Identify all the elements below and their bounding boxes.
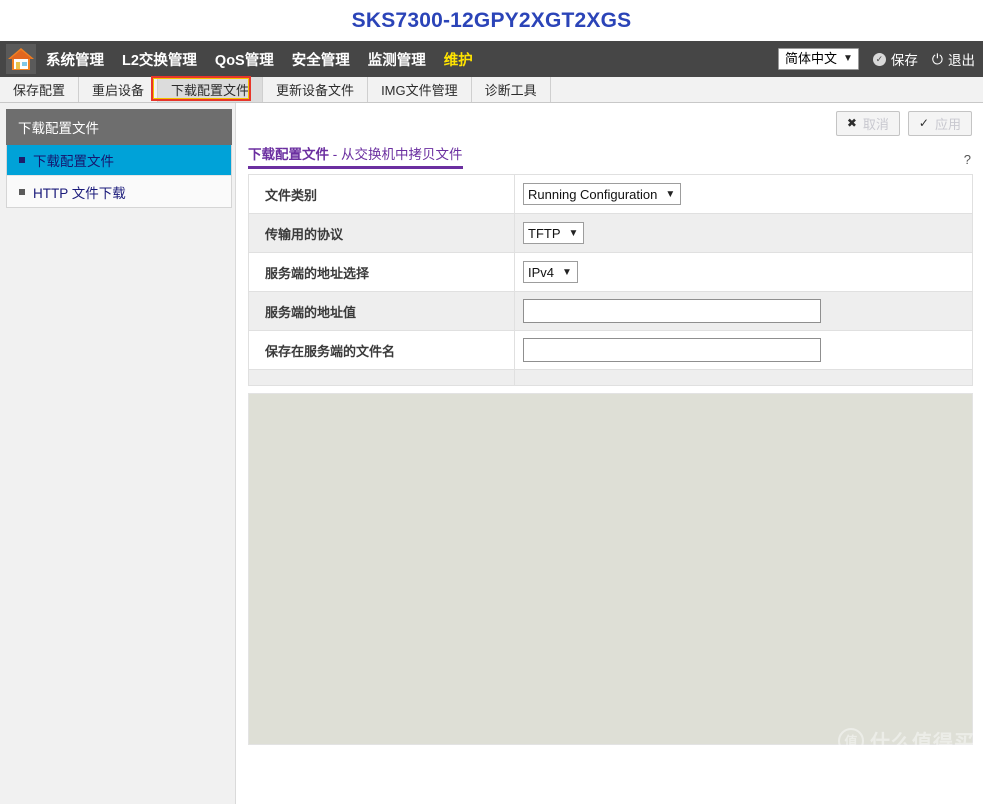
form-field-address-value <box>515 292 973 331</box>
nav-item-system[interactable]: 系统管理 <box>46 49 104 70</box>
chevron-down-icon: ▼ <box>843 51 853 67</box>
section-title-main: 下载配置文件 <box>248 147 329 162</box>
sub-tab-diagnostic-tools[interactable]: 诊断工具 <box>472 77 551 102</box>
home-icon[interactable] <box>6 44 36 74</box>
sub-tab-bar: 保存配置 重启设备 下载配置文件 更新设备文件 IMG文件管理 诊断工具 <box>0 77 983 103</box>
help-icon[interactable]: ? <box>964 152 971 167</box>
save-button[interactable]: ✓ 保存 <box>873 49 918 69</box>
nav-item-maintenance[interactable]: 维护 <box>444 49 473 70</box>
check-icon: ✓ <box>919 116 929 130</box>
cancel-button[interactable]: ✖ 取消 <box>836 111 900 136</box>
page-body: 下载配置文件 下载配置文件 HTTP 文件下载 ✖ 取消 ✓ 应用 <box>0 103 983 804</box>
form-row-filename: 保存在服务端的文件名 <box>249 331 973 370</box>
sub-tab-save-config[interactable]: 保存配置 <box>0 77 79 102</box>
file-type-select-value: Running Configuration <box>528 187 657 202</box>
save-button-label: 保存 <box>891 49 918 69</box>
language-select-value: 简体中文 <box>785 51 837 67</box>
section-title-sub: 从交换机中拷贝文件 <box>341 147 463 162</box>
sub-tab-img-file-manage[interactable]: IMG文件管理 <box>368 77 472 102</box>
form-label-file-type: 文件类别 <box>249 175 515 214</box>
sidebar: 下载配置文件 下载配置文件 HTTP 文件下载 <box>0 103 236 804</box>
power-icon: ⏻ <box>932 51 943 68</box>
sidebar-item-http-download[interactable]: HTTP 文件下载 <box>7 176 231 207</box>
page-title-bar: SKS7300-12GPY2XGT2XGS <box>0 0 983 41</box>
form-field-file-type: Running Configuration ▼ <box>515 175 973 214</box>
form-label-address-value: 服务端的地址值 <box>249 292 515 331</box>
logout-button[interactable]: ⏻ 退出 <box>932 49 975 69</box>
page-title: SKS7300-12GPY2XGT2XGS <box>352 9 632 33</box>
form-spacer-right <box>515 370 973 386</box>
protocol-select[interactable]: TFTP ▼ <box>523 222 584 244</box>
server-address-type-select-value: IPv4 <box>528 265 554 280</box>
server-address-input[interactable] <box>523 299 821 323</box>
main-navigation-bar: 系统管理 L2交换管理 QoS管理 安全管理 监测管理 维护 简体中文 ▼ ✓ … <box>0 41 983 77</box>
apply-button[interactable]: ✓ 应用 <box>908 111 972 136</box>
server-filename-input[interactable] <box>523 338 821 362</box>
cancel-button-label: 取消 <box>863 114 889 133</box>
form-label-address-type: 服务端的地址选择 <box>249 253 515 292</box>
section-title: 下载配置文件 - 从交换机中拷贝文件 <box>248 143 463 169</box>
server-address-type-select[interactable]: IPv4 ▼ <box>523 261 578 283</box>
chevron-down-icon: ▼ <box>562 267 572 278</box>
section-title-separator: - <box>329 147 341 162</box>
form-field-protocol: TFTP ▼ <box>515 214 973 253</box>
nav-item-qos[interactable]: QoS管理 <box>215 49 274 70</box>
sidebar-item-label: HTTP 文件下载 <box>33 182 126 202</box>
sidebar-item-download-config[interactable]: 下载配置文件 <box>7 145 231 176</box>
download-config-form: 文件类别 Running Configuration ▼ 传输用的协议 TFTP… <box>248 174 973 386</box>
bullet-icon <box>19 189 25 195</box>
action-bar: ✖ 取消 ✓ 应用 <box>248 103 973 143</box>
sidebar-list: 下载配置文件 HTTP 文件下载 <box>6 145 232 208</box>
section-title-row: 下载配置文件 - 从交换机中拷贝文件 ? <box>248 143 973 168</box>
bullet-icon <box>19 157 25 163</box>
close-icon: ✖ <box>847 116 857 130</box>
sub-tab-reboot-device[interactable]: 重启设备 <box>79 77 158 102</box>
nav-item-monitoring[interactable]: 监测管理 <box>368 49 426 70</box>
check-circle-icon: ✓ <box>873 53 886 66</box>
file-type-select[interactable]: Running Configuration ▼ <box>523 183 681 205</box>
form-row-address-type: 服务端的地址选择 IPv4 ▼ <box>249 253 973 292</box>
form-row-file-type: 文件类别 Running Configuration ▼ <box>249 175 973 214</box>
sidebar-item-label: 下载配置文件 <box>33 150 114 170</box>
chevron-down-icon: ▼ <box>569 228 579 239</box>
form-spacer-left <box>249 370 515 386</box>
nav-item-security[interactable]: 安全管理 <box>292 49 350 70</box>
sidebar-header: 下载配置文件 <box>6 109 232 145</box>
chevron-down-icon: ▼ <box>665 189 675 200</box>
main-nav-right-group: 简体中文 ▼ ✓ 保存 ⏻ 退出 <box>778 41 975 77</box>
apply-button-label: 应用 <box>935 114 961 133</box>
output-panel <box>248 393 973 745</box>
form-field-filename <box>515 331 973 370</box>
form-field-address-type: IPv4 ▼ <box>515 253 973 292</box>
form-label-filename: 保存在服务端的文件名 <box>249 331 515 370</box>
nav-item-l2switch[interactable]: L2交换管理 <box>122 49 197 70</box>
form-row-address-value: 服务端的地址值 <box>249 292 973 331</box>
form-label-protocol: 传输用的协议 <box>249 214 515 253</box>
form-row-protocol: 传输用的协议 TFTP ▼ <box>249 214 973 253</box>
logout-button-label: 退出 <box>948 49 975 69</box>
form-row-spacer <box>249 370 973 386</box>
content-area: ✖ 取消 ✓ 应用 下载配置文件 - 从交换机中拷贝文件 ? 文件类别 Runn… <box>236 103 983 804</box>
protocol-select-value: TFTP <box>528 226 561 241</box>
sub-tab-download-config[interactable]: 下载配置文件 <box>158 77 263 102</box>
language-select[interactable]: 简体中文 ▼ <box>778 48 859 70</box>
sub-tab-update-device-file[interactable]: 更新设备文件 <box>263 77 368 102</box>
main-nav-items: 系统管理 L2交换管理 QoS管理 安全管理 监测管理 维护 <box>46 49 473 70</box>
